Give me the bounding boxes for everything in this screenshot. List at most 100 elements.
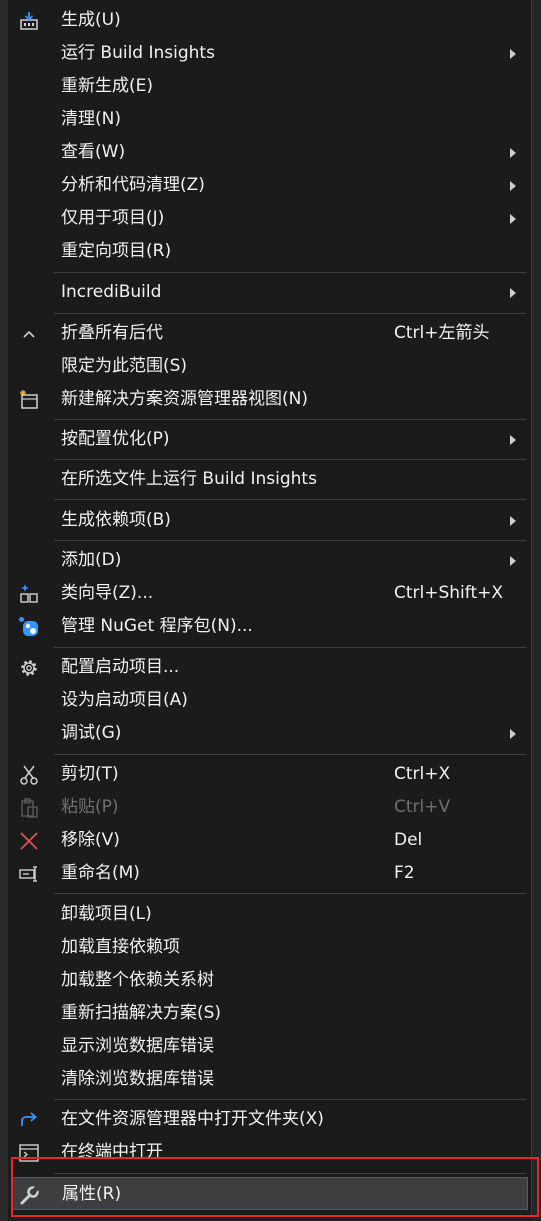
editor-right-edge (532, 0, 541, 1221)
menu-item-remove[interactable]: 移除(V) Del (8, 824, 532, 857)
menu-item-label: 在文件资源管理器中打开文件夹(X) (61, 1109, 324, 1129)
menu-item-load-direct-dependencies[interactable]: 加载直接依赖项 (8, 931, 532, 964)
menu-item-label: 清理(N) (61, 109, 121, 129)
menu-separator (54, 754, 526, 755)
menu-separator (54, 499, 526, 500)
menu-item-clean[interactable]: 清理(N) (8, 103, 532, 136)
menu-item-paste[interactable]: 粘贴(P) Ctrl+V (8, 791, 532, 824)
menu-item-new-solution-explorer-view[interactable]: 新建解决方案资源管理器视图(N) (8, 383, 532, 416)
menu-item-label: 在终端中打开 (61, 1142, 163, 1162)
menu-item-label: 清除浏览数据库错误 (61, 1069, 214, 1089)
menu-item-load-dependency-tree[interactable]: 加载整个依赖关系树 (8, 964, 532, 997)
menu-separator (54, 647, 526, 648)
submenu-arrow-icon (510, 516, 516, 526)
menu-item-manage-nuget[interactable]: 管理 NuGet 程序包(N)... (8, 610, 532, 643)
scissors-icon (20, 765, 38, 785)
menu-separator (54, 459, 526, 460)
gear-icon (21, 660, 37, 676)
menu-item-label: 移除(V) (61, 830, 120, 850)
menu-item-label: 按配置优化(P) (61, 429, 170, 449)
build-icon (20, 12, 38, 30)
menu-item-class-wizard[interactable]: 类向导(Z)... Ctrl+Shift+X (8, 577, 532, 610)
menu-item-label: 类向导(Z)... (61, 583, 154, 603)
menu-item-label: 折叠所有后代 (61, 323, 163, 343)
menu-separator (54, 1099, 526, 1100)
menu-item-label: 重定向项目(R) (61, 241, 172, 261)
collapse-icon (23, 330, 35, 338)
menu-item-analyze-cleanup[interactable]: 分析和代码清理(Z) (8, 169, 532, 202)
open-folder-icon (21, 1112, 37, 1126)
menu-item-rebuild[interactable]: 重新生成(E) (8, 70, 532, 103)
menu-item-cut[interactable]: 剪切(T) Ctrl+X (8, 758, 532, 791)
menu-item-label: 粘贴(P) (61, 797, 119, 817)
submenu-arrow-icon (510, 49, 516, 59)
menu-item-label: 配置启动项目... (61, 657, 180, 677)
menu-item-label: 查看(W) (61, 142, 126, 162)
menu-item-label: 重新扫描解决方案(S) (61, 1003, 222, 1023)
menu-item-label: 限定为此范围(S) (61, 356, 188, 376)
menu-item-view[interactable]: 查看(W) (8, 136, 532, 169)
wrench-icon (20, 1184, 41, 1205)
nuget-icon (19, 617, 38, 636)
editor-left-edge (0, 0, 8, 1221)
shortcut-text: Ctrl+X (394, 764, 451, 784)
menu-item-label: 生成依赖项(B) (61, 510, 171, 530)
menu-item-unload-project[interactable]: 卸载项目(L) (8, 898, 532, 931)
shortcut-text: Ctrl+左箭头 (394, 323, 490, 343)
submenu-arrow-icon (510, 288, 516, 298)
menu-item-incredibuild[interactable]: IncrediBuild (8, 276, 532, 309)
menu-separator (54, 540, 526, 541)
shortcut-text: F2 (394, 863, 415, 883)
class-wizard-icon (20, 584, 38, 603)
menu-item-label: 调试(G) (61, 723, 122, 743)
menu-item-label: 在所选文件上运行 Build Insights (61, 469, 317, 489)
menu-item-set-as-startup[interactable]: 设为启动项目(A) (8, 684, 532, 717)
shortcut-text: Ctrl+V (394, 797, 451, 817)
menu-item-open-folder-in-explorer[interactable]: 在文件资源管理器中打开文件夹(X) (8, 1103, 532, 1136)
menu-item-label: IncrediBuild (61, 282, 162, 302)
submenu-arrow-icon (510, 148, 516, 158)
submenu-arrow-icon (510, 556, 516, 566)
terminal-icon (19, 1144, 39, 1162)
menu-separator (54, 1173, 526, 1174)
rename-icon (19, 866, 37, 882)
shortcut-text: Del (394, 830, 423, 850)
menu-item-run-build-insights-selected[interactable]: 在所选文件上运行 Build Insights (8, 463, 532, 496)
menu-item-project-only[interactable]: 仅用于项目(J) (8, 202, 532, 235)
menu-item-label: 设为启动项目(A) (61, 690, 188, 710)
menu-item-label: 新建解决方案资源管理器视图(N) (61, 389, 308, 409)
submenu-arrow-icon (510, 181, 516, 191)
menu-item-configure-startup[interactable]: 配置启动项目... (8, 651, 532, 684)
menu-item-build[interactable]: 生成(U) (8, 4, 532, 37)
menu-item-label: 卸载项目(L) (61, 904, 152, 924)
menu-separator (54, 419, 526, 420)
menu-item-run-build-insights[interactable]: 运行 Build Insights (8, 37, 532, 70)
menu-item-label: 显示浏览数据库错误 (61, 1036, 214, 1056)
menu-item-label: 运行 Build Insights (61, 43, 215, 63)
menu-separator (54, 893, 526, 894)
menu-item-clear-browse-db-errors[interactable]: 清除浏览数据库错误 (8, 1063, 532, 1096)
submenu-arrow-icon (510, 214, 516, 224)
menu-item-debug[interactable]: 调试(G) (8, 717, 532, 750)
menu-item-label: 管理 NuGet 程序包(N)... (61, 616, 253, 636)
menu-item-show-browse-db-errors[interactable]: 显示浏览数据库错误 (8, 1030, 532, 1063)
menu-item-scope-to-this[interactable]: 限定为此范围(S) (8, 350, 532, 383)
menu-item-collapse-all[interactable]: 折叠所有后代 Ctrl+左箭头 (8, 317, 532, 350)
remove-icon (20, 832, 38, 850)
menu-item-label: 生成(U) (61, 10, 121, 30)
submenu-arrow-icon (510, 435, 516, 445)
menu-item-label: 重命名(M) (61, 863, 140, 883)
menu-item-profile-guided-optimization[interactable]: 按配置优化(P) (8, 423, 532, 456)
menu-item-label: 加载直接依赖项 (61, 937, 180, 957)
shortcut-text: Ctrl+Shift+X (394, 583, 504, 603)
menu-item-label: 属性(R) (62, 1184, 122, 1204)
paste-icon (21, 798, 38, 818)
menu-item-open-in-terminal[interactable]: 在终端中打开 (8, 1136, 532, 1169)
menu-item-build-dependencies[interactable]: 生成依赖项(B) (8, 504, 532, 537)
menu-item-retarget-project[interactable]: 重定向项目(R) (8, 235, 532, 268)
menu-item-rescan-solution[interactable]: 重新扫描解决方案(S) (8, 997, 532, 1030)
menu-item-add[interactable]: 添加(D) (8, 544, 532, 577)
menu-item-label: 剪切(T) (61, 764, 119, 784)
menu-item-rename[interactable]: 重命名(M) F2 (8, 857, 532, 890)
menu-item-properties[interactable]: 属性(R) (12, 1177, 528, 1210)
